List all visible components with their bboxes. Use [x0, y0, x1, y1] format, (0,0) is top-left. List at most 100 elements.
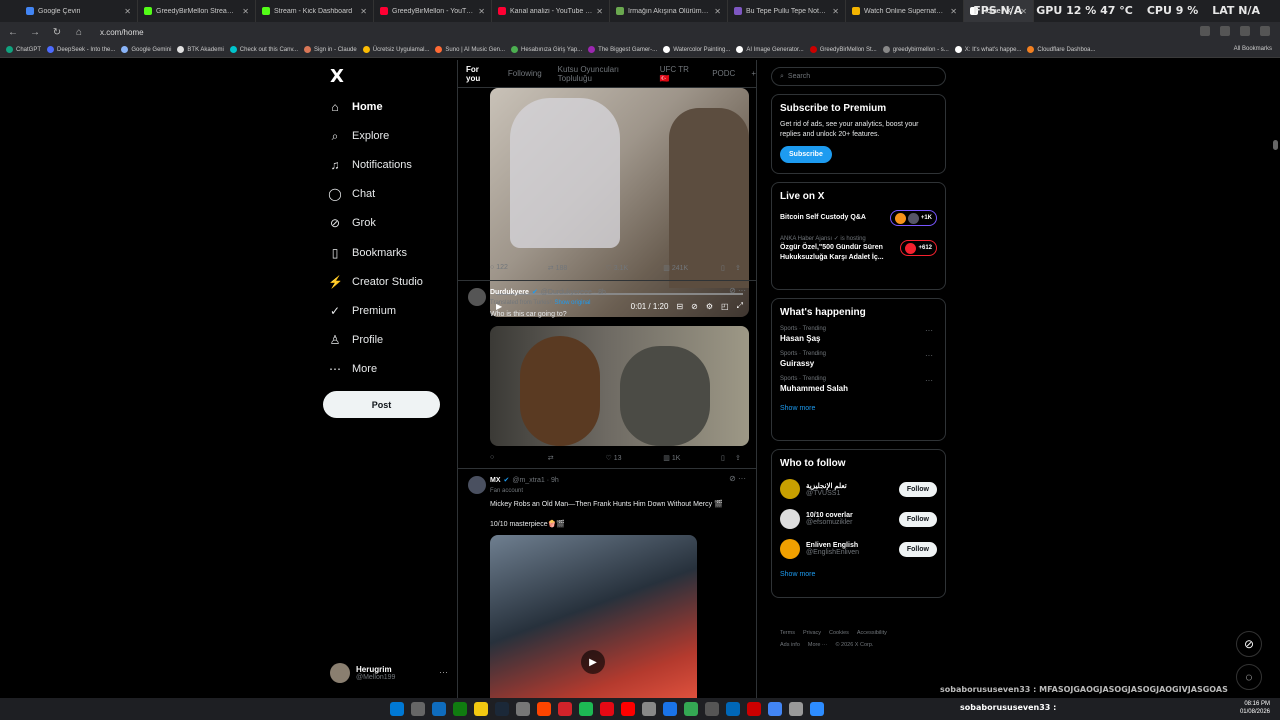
feed-tab[interactable]: Kutsu Oyuncuları Topluluğu: [558, 65, 644, 83]
like-button[interactable]: ♡ 3.1K: [606, 264, 664, 272]
account-switcher[interactable]: Herugrim @Mellon199 ···: [330, 663, 450, 683]
back-icon[interactable]: ←: [6, 27, 20, 38]
x-logo-icon[interactable]: X: [330, 66, 344, 87]
bookmark-item[interactable]: greedybirmellon - s...: [882, 46, 949, 53]
bookmark-item[interactable]: ChatGPT: [6, 46, 41, 53]
bookmark-item[interactable]: Cloudflare Dashboa...: [1027, 46, 1095, 53]
taskbar-app-icon[interactable]: [453, 702, 467, 716]
star-icon[interactable]: [1220, 26, 1230, 36]
follow-suggestion[interactable]: Enliven English @EnglishEnliven Follow: [780, 539, 937, 559]
close-icon[interactable]: ✕: [596, 7, 603, 16]
taskbar-app-icon[interactable]: [579, 702, 593, 716]
show-more-link[interactable]: Show more: [780, 405, 937, 412]
grok-icon[interactable]: ⊘ ···: [729, 286, 746, 295]
avatar[interactable]: [468, 476, 486, 494]
avatar[interactable]: [780, 509, 800, 529]
share-icon[interactable]: ⇪: [735, 264, 749, 272]
show-original-link[interactable]: Show original: [554, 300, 590, 306]
tweet-image[interactable]: [490, 326, 749, 446]
profile-icon[interactable]: [1260, 26, 1270, 36]
footer-link[interactable]: © 2026 X Corp.: [835, 642, 873, 648]
live-space-item[interactable]: Bitcoin Self Custody Q&A +1K: [780, 210, 937, 226]
search-input[interactable]: ⌕ Search: [771, 67, 946, 86]
captions-icon[interactable]: ⊟: [676, 302, 683, 311]
views-button[interactable]: ▥ 241K: [663, 264, 721, 272]
pip-icon[interactable]: ◰: [721, 302, 729, 311]
author-handle[interactable]: @m_xtra1 · 9h: [512, 477, 558, 484]
taskbar-app-icon[interactable]: [789, 702, 803, 716]
taskbar-app-icon[interactable]: [642, 702, 656, 716]
video-player[interactable]: ▶: [490, 535, 697, 700]
taskbar-app-icon[interactable]: [516, 702, 530, 716]
avatar[interactable]: [780, 479, 800, 499]
avatar[interactable]: [780, 539, 800, 559]
nav-item-grok[interactable]: ⊘ Grok: [328, 209, 423, 238]
close-icon[interactable]: ✕: [832, 7, 839, 16]
like-button[interactable]: ♡ 13: [606, 454, 664, 462]
forward-icon[interactable]: →: [28, 27, 42, 38]
bookmark-item[interactable]: Watercolor Painting...: [663, 46, 730, 53]
taskbar-app-icon[interactable]: [810, 702, 824, 716]
feed-tab[interactable]: UFC TR 🇹🇷: [660, 65, 696, 83]
taskbar-app-icon[interactable]: [495, 702, 509, 716]
grok-icon[interactable]: ⊘: [1236, 631, 1262, 657]
follow-button[interactable]: Follow: [898, 481, 937, 497]
browser-tab[interactable]: Google Çeviri ✕: [20, 0, 138, 22]
feed-tab[interactable]: Following: [508, 69, 542, 78]
share-icon[interactable]: ⇪: [735, 454, 749, 462]
close-icon[interactable]: ✕: [124, 7, 131, 16]
live-space-item[interactable]: ANKA Haber Ajansı ✓ is hosting Özgür Özel…: [780, 234, 937, 262]
subscribe-button[interactable]: Subscribe: [780, 145, 832, 163]
taskbar-app-icon[interactable]: [726, 702, 740, 716]
footer-link[interactable]: Accessibility: [857, 630, 887, 636]
close-icon[interactable]: ✕: [242, 7, 249, 16]
trend-item[interactable]: Sports · Trending Guirassy ···: [780, 351, 937, 368]
bookmark-item[interactable]: Suno | AI Music Gen...: [435, 46, 505, 53]
footer-link[interactable]: Cookies: [829, 630, 849, 636]
play-icon[interactable]: ▶: [581, 650, 605, 674]
bookmark-item[interactable]: X: It's what's happe...: [954, 46, 1021, 53]
taskbar-app-icon[interactable]: [768, 702, 782, 716]
close-icon[interactable]: ✕: [714, 7, 721, 16]
author-handle[interactable]: @Durdukyereee · 8h: [541, 289, 606, 296]
home-icon[interactable]: ⌂: [72, 27, 86, 38]
footer-link[interactable]: Privacy: [803, 630, 821, 636]
reply-button[interactable]: ○: [490, 454, 548, 462]
more-icon[interactable]: ···: [925, 376, 933, 385]
repost-button[interactable]: ⇄ 188: [548, 264, 606, 272]
fullscreen-icon[interactable]: ⤢: [737, 301, 743, 311]
footer-link[interactable]: More ···: [808, 642, 828, 648]
bookmark-item[interactable]: Google Gemini: [121, 46, 171, 53]
video-player[interactable]: ▶ 0:01 / 1:20 ⊟ ⊘ ⚙ ◰ ⤢: [490, 88, 749, 317]
nav-item-home[interactable]: ⌂ Home: [328, 92, 423, 121]
all-bookmarks-button[interactable]: All Bookmarks: [1234, 46, 1272, 52]
trend-item[interactable]: Sports · Trending Muhammed Salah ···: [780, 376, 937, 393]
bookmark-item[interactable]: The Biggest Gamer-...: [588, 46, 657, 53]
more-icon[interactable]: ···: [439, 667, 448, 677]
reload-icon[interactable]: ↻: [50, 27, 64, 38]
browser-tab[interactable]: Stream - Kick Dashboard ✕: [256, 0, 374, 22]
footer-link[interactable]: Ads info: [780, 642, 800, 648]
taskbar-app-icon[interactable]: [474, 702, 488, 716]
nav-item-bookmarks[interactable]: ▯ Bookmarks: [328, 238, 423, 267]
avatar[interactable]: [468, 288, 486, 306]
bookmark-item[interactable]: AI Image Generator...: [736, 46, 804, 53]
feed-tab[interactable]: PODC: [712, 69, 735, 78]
follow-suggestion[interactable]: تعلم الإنجليزية @TVUSS1 Follow: [780, 479, 937, 499]
nav-item-explore[interactable]: ⌕ Explore: [328, 121, 423, 150]
grok-icon[interactable]: ⊘ ···: [729, 474, 746, 483]
taskbar-app-icon[interactable]: [390, 702, 404, 716]
post-button[interactable]: Post: [323, 391, 440, 418]
feed-tab[interactable]: For you: [466, 65, 492, 83]
bookmark-icon[interactable]: ▯: [721, 454, 735, 462]
nav-item-premium[interactable]: ✓ Premium: [328, 296, 423, 325]
repost-button[interactable]: ⇄: [548, 454, 606, 462]
browser-tab[interactable]: Irmağın Akışına Ölürüm Türk ✕: [610, 0, 728, 22]
messages-icon[interactable]: ◌: [1236, 664, 1262, 690]
settings-icon[interactable]: ⚙: [706, 302, 713, 311]
taskbar-app-icon[interactable]: [747, 702, 761, 716]
more-icon[interactable]: ···: [925, 326, 933, 335]
bookmark-item[interactable]: GreedyBirMellon St...: [809, 46, 877, 53]
bookmark-item[interactable]: Ücretsiz Uygulamal...: [362, 46, 429, 53]
bookmark-item[interactable]: Sign in - Claude: [304, 46, 357, 53]
